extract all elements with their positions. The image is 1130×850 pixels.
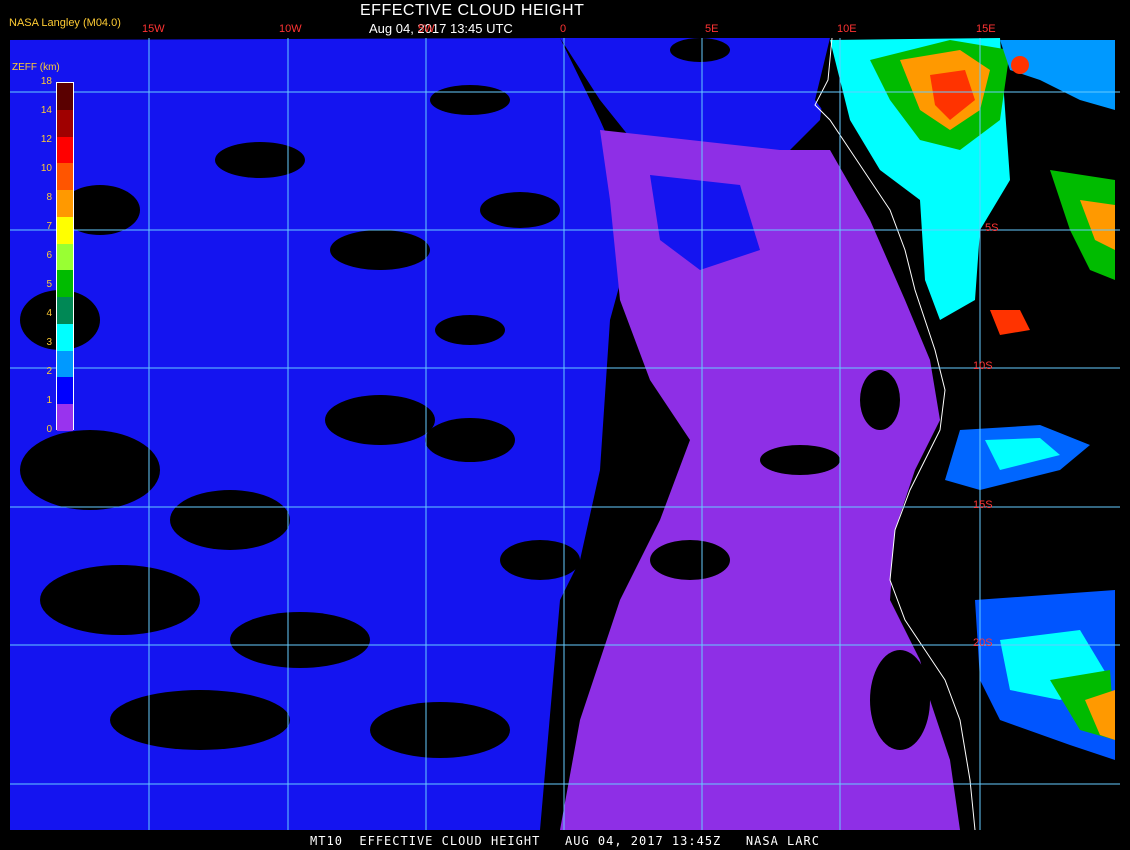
- legend-swatch: [57, 136, 73, 164]
- map-timestamp: Aug 04, 2017 13:45 UTC: [369, 21, 513, 36]
- lon-label-10e: 10E: [837, 23, 857, 35]
- lat-label-10s: 10S: [973, 360, 993, 372]
- legend-swatch: [57, 163, 73, 191]
- legend-tick-label: 4: [46, 308, 52, 319]
- legend-tick-label: 1: [46, 395, 52, 406]
- legend-swatch: [57, 83, 73, 110]
- legend-swatch: [57, 190, 73, 217]
- lon-label-0: 0: [560, 23, 567, 35]
- legend-tick-label: 0: [46, 424, 52, 435]
- footer-caption: MT10 EFFECTIVE CLOUD HEIGHT AUG 04, 2017…: [310, 834, 820, 848]
- legend-tick-label: 10: [40, 163, 52, 174]
- legend-title: ZEFF (km): [12, 62, 60, 73]
- lon-label-5w: 5W: [418, 23, 435, 35]
- legend-swatch: [57, 323, 73, 351]
- lat-label-20s: 20S: [973, 637, 993, 649]
- agency-label: NASA Langley (M04.0): [9, 17, 121, 29]
- lat-label-15s: 15S: [973, 499, 993, 511]
- legend-tick-label: 12: [40, 134, 52, 145]
- legend-tick-label: 5: [46, 279, 52, 290]
- legend-tick-label: 18: [40, 76, 52, 87]
- legend-swatch: [57, 297, 73, 324]
- legend-tick-label: 7: [46, 221, 52, 232]
- legend-swatch: [57, 109, 73, 137]
- legend-swatch: [57, 377, 73, 405]
- legend-tick-label: 6: [46, 250, 52, 261]
- lon-label-15w: 15W: [142, 23, 165, 35]
- legend-tick-label: 2: [46, 366, 52, 377]
- legend-swatch: [57, 404, 73, 431]
- legend-color-bar: [56, 82, 74, 431]
- legend-tick-label: 3: [46, 337, 52, 348]
- lat-label-5s: 5S: [985, 222, 999, 234]
- cloud-height-map: [0, 0, 1130, 850]
- legend-swatch: [57, 216, 73, 244]
- lon-label-5e: 5E: [705, 23, 719, 35]
- map-title: EFFECTIVE CLOUD HEIGHT: [360, 2, 585, 19]
- lon-label-10w: 10W: [279, 23, 302, 35]
- legend-swatch: [57, 350, 73, 378]
- legend-tick-label: 8: [46, 192, 52, 203]
- legend-tick-label: 14: [40, 105, 52, 116]
- legend-swatch: [57, 270, 73, 298]
- legend-swatch: [57, 243, 73, 271]
- lon-label-15e: 15E: [976, 23, 996, 35]
